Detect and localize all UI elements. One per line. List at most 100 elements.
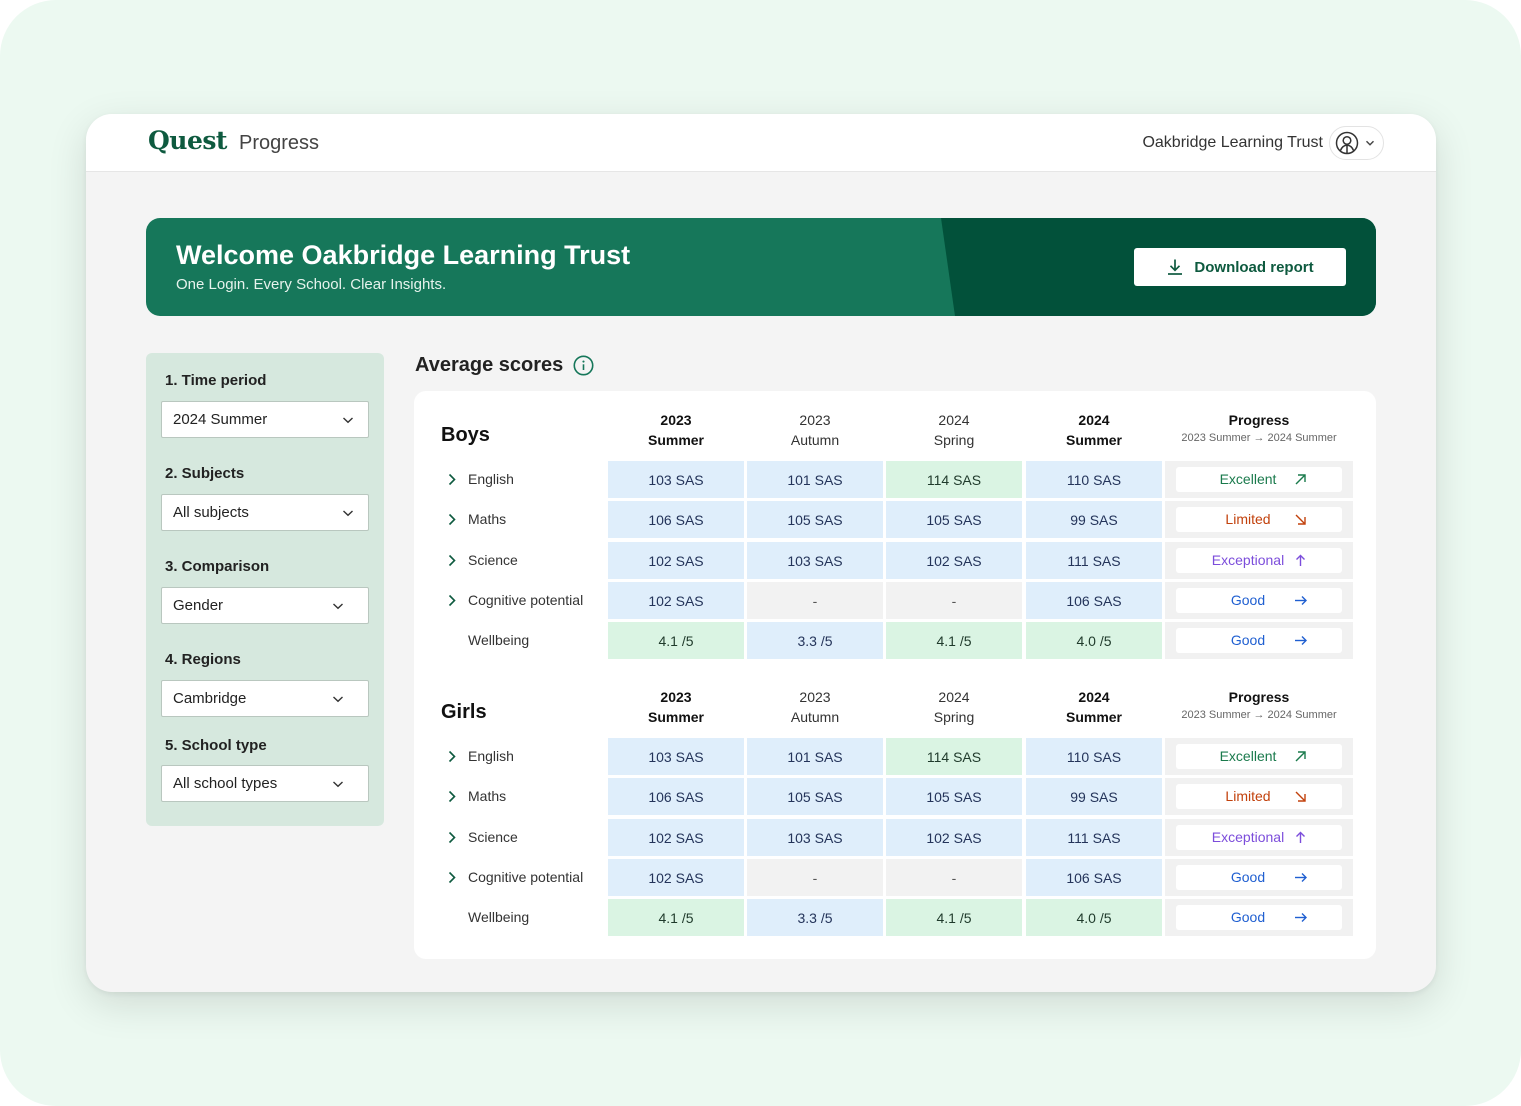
- column-year: 2024: [1078, 689, 1110, 705]
- row-label[interactable]: Science: [468, 829, 518, 845]
- school-type-value: All school types: [173, 775, 278, 792]
- arrow-down-right-icon: [1295, 791, 1306, 802]
- table-row: Maths 106 SAS 105 SAS 105 SAS 99 SAS Limited: [414, 501, 1376, 538]
- product-name: Progress: [238, 132, 320, 154]
- progress-badge: Good: [1176, 588, 1342, 613]
- top-bar: Quest Progress Oakbridge Learning Trust: [86, 114, 1436, 172]
- column-term: Summer: [647, 432, 705, 448]
- chevron-down-icon: [333, 780, 343, 787]
- progress-badge: Excellent: [1176, 744, 1342, 769]
- regions-select[interactable]: Cambridge: [161, 680, 369, 717]
- brand-name: Quest: [148, 126, 227, 155]
- score-cell: 3.3 /5: [747, 622, 883, 659]
- progress-cell: Excellent: [1165, 738, 1353, 775]
- progress-cell: Exceptional: [1165, 542, 1353, 579]
- progress-header: Progress 2023 Summer → 2024 Summer: [1166, 410, 1352, 447]
- column-header: 2023 Summer: [608, 410, 744, 450]
- scores-header: Average scores: [415, 354, 594, 377]
- score-cell: 3.3 /5: [747, 899, 883, 936]
- filter-label-subjects: 2. Subjects: [165, 465, 245, 482]
- score-cell: 111 SAS: [1026, 819, 1162, 856]
- progress-header-range: 2023 Summer → 2024 Summer: [1181, 432, 1337, 444]
- arrow-up-right-icon: [1295, 751, 1306, 762]
- score-cell: 103 SAS: [747, 542, 883, 579]
- table-row: Cognitive potential 102 SAS - -106 SAS Good: [414, 859, 1376, 896]
- column-header: 2023 Autumn: [747, 410, 883, 450]
- progress-badge: Limited: [1176, 507, 1342, 532]
- chevron-right-icon[interactable]: [447, 554, 457, 567]
- chevron-right-icon[interactable]: [447, 790, 457, 803]
- chevron-right-icon[interactable]: [447, 594, 457, 607]
- chevron-right-icon[interactable]: [447, 871, 457, 884]
- school-type-select[interactable]: All school types: [161, 765, 369, 802]
- account-menu-button[interactable]: [1329, 126, 1384, 160]
- regions-value: Cambridge: [173, 690, 247, 707]
- info-icon[interactable]: [573, 355, 594, 376]
- scores-card: Boys 2023 Summer 2023 Autumn 2024 Spring 2024 Su…: [414, 391, 1376, 959]
- chevron-right-icon[interactable]: [447, 831, 457, 844]
- progress-cell: Good: [1165, 899, 1353, 936]
- progress-header-title: Progress: [1228, 412, 1290, 428]
- progress-badge: Exceptional: [1176, 825, 1342, 850]
- score-cell: 106 SAS: [608, 501, 744, 538]
- column-year: 2023: [660, 689, 692, 705]
- subjects-value: All subjects: [173, 504, 249, 521]
- arrow-up-right-icon: [1295, 474, 1306, 485]
- org-name: Oakbridge Learning Trust: [1142, 134, 1323, 151]
- arrow-right-icon: [1295, 636, 1307, 645]
- chevron-right-icon[interactable]: [447, 473, 457, 486]
- score-cell: 4.0 /5: [1026, 622, 1162, 659]
- chevron-right-icon[interactable]: [447, 513, 457, 526]
- row-label[interactable]: Maths: [468, 511, 506, 527]
- row-label: Wellbeing: [468, 909, 530, 925]
- brand-logo[interactable]: Quest Progress: [148, 126, 319, 155]
- score-cell: 114 SAS: [886, 738, 1022, 775]
- row-label[interactable]: English: [468, 748, 514, 764]
- progress-badge: Limited: [1176, 784, 1342, 809]
- account-area: Oakbridge Learning Trust: [1142, 126, 1384, 160]
- score-cell: 102 SAS: [886, 819, 1022, 856]
- column-header: 2024 Summer: [1026, 410, 1162, 450]
- score-cell: 101 SAS: [747, 461, 883, 498]
- chevron-down-icon: [343, 509, 353, 516]
- column-term: Autumn: [790, 709, 840, 725]
- row-label[interactable]: English: [468, 471, 514, 487]
- score-cell: 4.1 /5: [886, 899, 1022, 936]
- score-cell: 101 SAS: [747, 738, 883, 775]
- score-cell: -: [886, 859, 1022, 896]
- group-title: Girls: [441, 701, 487, 723]
- row-label[interactable]: Cognitive potential: [468, 592, 583, 608]
- row-label[interactable]: Cognitive potential: [468, 869, 583, 885]
- column-year: 2023: [799, 412, 831, 428]
- progress-cell: Exceptional: [1165, 819, 1353, 856]
- progress-cell: Good: [1165, 622, 1353, 659]
- progress-badge: Good: [1176, 865, 1342, 890]
- score-cell: -: [886, 582, 1022, 619]
- progress-badge: Excellent: [1176, 467, 1342, 492]
- table-row: Wellbeing 4.1 /5 3.3 /5 4.1 /5 4.0 /5 Good: [414, 622, 1376, 659]
- score-cell: 110 SAS: [1026, 461, 1162, 498]
- score-cell: 4.1 /5: [608, 899, 744, 936]
- column-header: 2024 Summer: [1026, 687, 1162, 727]
- column-year: 2023: [660, 412, 692, 428]
- time-period-select[interactable]: 2024 Summer: [161, 401, 369, 438]
- score-cell: 103 SAS: [608, 738, 744, 775]
- column-header: 2024 Spring: [886, 687, 1022, 727]
- comparison-select[interactable]: Gender: [161, 587, 369, 624]
- score-cell: 4.0 /5: [1026, 899, 1162, 936]
- chevron-right-icon[interactable]: [447, 750, 457, 763]
- score-cell: 110 SAS: [1026, 738, 1162, 775]
- progress-cell: Limited: [1165, 501, 1353, 538]
- score-cell: 103 SAS: [608, 461, 744, 498]
- row-label[interactable]: Maths: [468, 788, 506, 804]
- progress-header-title: Progress: [1228, 689, 1290, 705]
- row-label[interactable]: Science: [468, 552, 518, 568]
- row-label: Wellbeing: [468, 632, 530, 648]
- chevron-down-icon: [343, 416, 353, 423]
- progress-cell: Good: [1165, 859, 1353, 896]
- download-report-button[interactable]: Download report: [1134, 248, 1346, 286]
- filter-label-time-period: 1. Time period: [165, 372, 267, 389]
- column-year: 2023: [799, 689, 831, 705]
- subjects-select[interactable]: All subjects: [161, 494, 369, 531]
- group-title: Boys: [441, 424, 490, 446]
